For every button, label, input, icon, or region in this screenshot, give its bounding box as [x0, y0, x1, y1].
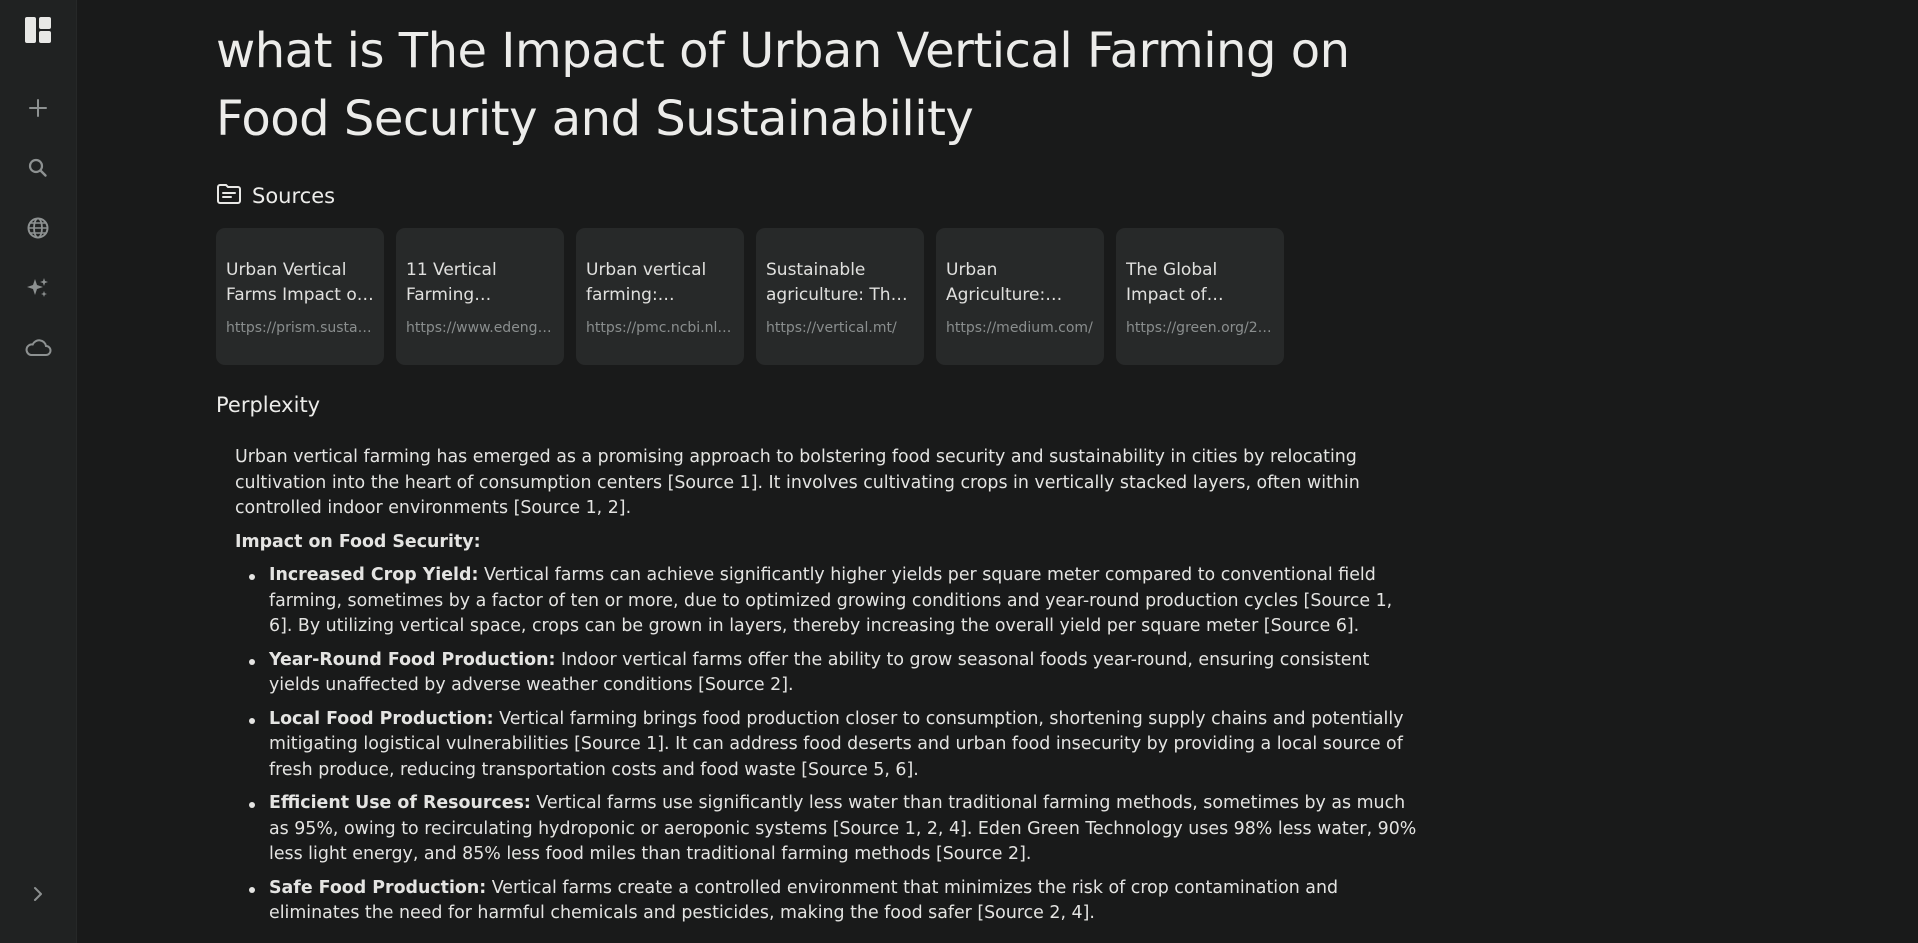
source-card[interactable]: The Global Impact of Vertical Farming ht… — [1116, 228, 1284, 365]
bullet-label: Year-Round Food Production: — [269, 649, 556, 670]
source-title: 11 Vertical Farming Advantages — [406, 260, 497, 305]
source-title: Urban vertical farming: innovations — [586, 260, 707, 305]
source-title: Sustainable agriculture: The role of ver… — [766, 260, 902, 305]
bullet-label: Efficient Use of Resources: — [269, 793, 531, 813]
chevron-right-icon[interactable] — [18, 874, 58, 914]
cloud-icon[interactable] — [18, 328, 58, 368]
sources-list: Urban Vertical Farms Impact on Food Secu… — [216, 228, 1284, 365]
list-item: Increased Crop Yield: Vertical farms can… — [249, 563, 1420, 640]
bullet-list: Increased Crop Yield: Vertical farms can… — [235, 563, 1420, 927]
source-url: https://www.edengreen.com — [406, 320, 554, 336]
bullet-label: Safe Food Production: — [269, 877, 487, 898]
page-title: what is The Impact of Urban Vertical Far… — [216, 23, 1350, 147]
source-url: https://prism.sustainability — [226, 320, 374, 336]
list-item: Safe Food Production: Vertical farms cre… — [249, 876, 1420, 927]
bullet-label: Increased Crop Yield: — [269, 565, 479, 585]
source-title: Urban Agriculture: Enhancing Food Securi… — [946, 260, 1046, 305]
source-url: https://green.org/2024 — [1126, 320, 1274, 336]
source-title: The Global Impact of Vertical Farming — [1126, 260, 1218, 305]
source-title: Urban Vertical Farms Impact on Food Secu… — [226, 260, 368, 305]
answer-heading: Perplexity — [216, 393, 321, 417]
source-card[interactable]: Urban vertical farming: innovations http… — [576, 228, 744, 365]
source-card[interactable]: Sustainable agriculture: The role of ver… — [756, 228, 924, 365]
source-url: https://medium.com/ — [946, 320, 1093, 336]
bullet-label: Local Food Production: — [269, 708, 494, 729]
folder-icon — [216, 183, 242, 209]
search-icon[interactable] — [18, 148, 58, 188]
source-url: https://pmc.ncbi.nlm.nih.gov — [586, 320, 734, 336]
answer-intro: Urban vertical farming has emerged as a … — [235, 447, 1360, 518]
source-card[interactable]: Urban Vertical Farms Impact on Food Secu… — [216, 228, 384, 365]
plus-icon[interactable] — [18, 88, 58, 128]
list-item: Year-Round Food Production: Indoor verti… — [249, 648, 1420, 699]
source-card[interactable]: 11 Vertical Farming Advantages https://w… — [396, 228, 564, 365]
sidebar — [0, 0, 77, 943]
globe-icon[interactable] — [18, 208, 58, 248]
list-item: Local Food Production: Vertical farming … — [249, 707, 1420, 784]
section-heading: Impact on Food Security: — [235, 531, 481, 552]
answer-body: Urban vertical farming has emerged as a … — [235, 445, 1420, 935]
list-item: Efficient Use of Resources: Vertical far… — [249, 791, 1420, 868]
sparkles-icon[interactable] — [18, 268, 58, 308]
sources-heading: Sources — [252, 184, 336, 208]
logo-icon[interactable] — [18, 10, 58, 50]
source-url: https://vertical.mt/ — [766, 320, 897, 336]
source-card[interactable]: Urban Agriculture: Enhancing Food Securi… — [936, 228, 1104, 365]
sources-header: Sources — [216, 179, 335, 213]
